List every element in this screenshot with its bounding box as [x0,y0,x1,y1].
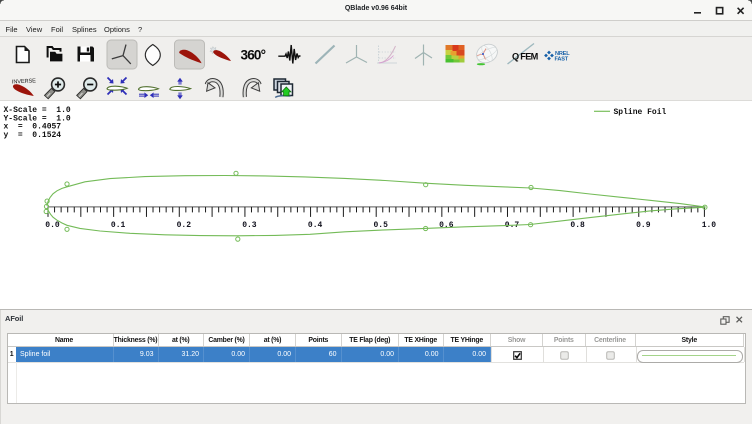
svg-text:FAST: FAST [555,56,569,62]
svg-text:0.6: 0.6 [439,221,454,230]
svg-text:0.2: 0.2 [177,221,192,230]
svg-text:0.5: 0.5 [373,221,388,230]
svg-text:0.3: 0.3 [242,221,257,230]
svg-text:0.0: 0.0 [45,221,60,230]
svg-text:Q FEM: Q FEM [512,51,539,61]
svg-text:Spline Foil: Spline Foil [614,108,667,117]
svg-text:360°: 360° [241,47,266,62]
svg-text:1.0: 1.0 [702,221,717,230]
svg-text:y = 0.1524: y = 0.1524 [4,131,62,140]
svg-text:0.4: 0.4 [308,221,323,230]
svg-text:0.9: 0.9 [636,221,651,230]
svg-text:0.8: 0.8 [570,221,585,230]
svg-text:0.1: 0.1 [111,221,126,230]
